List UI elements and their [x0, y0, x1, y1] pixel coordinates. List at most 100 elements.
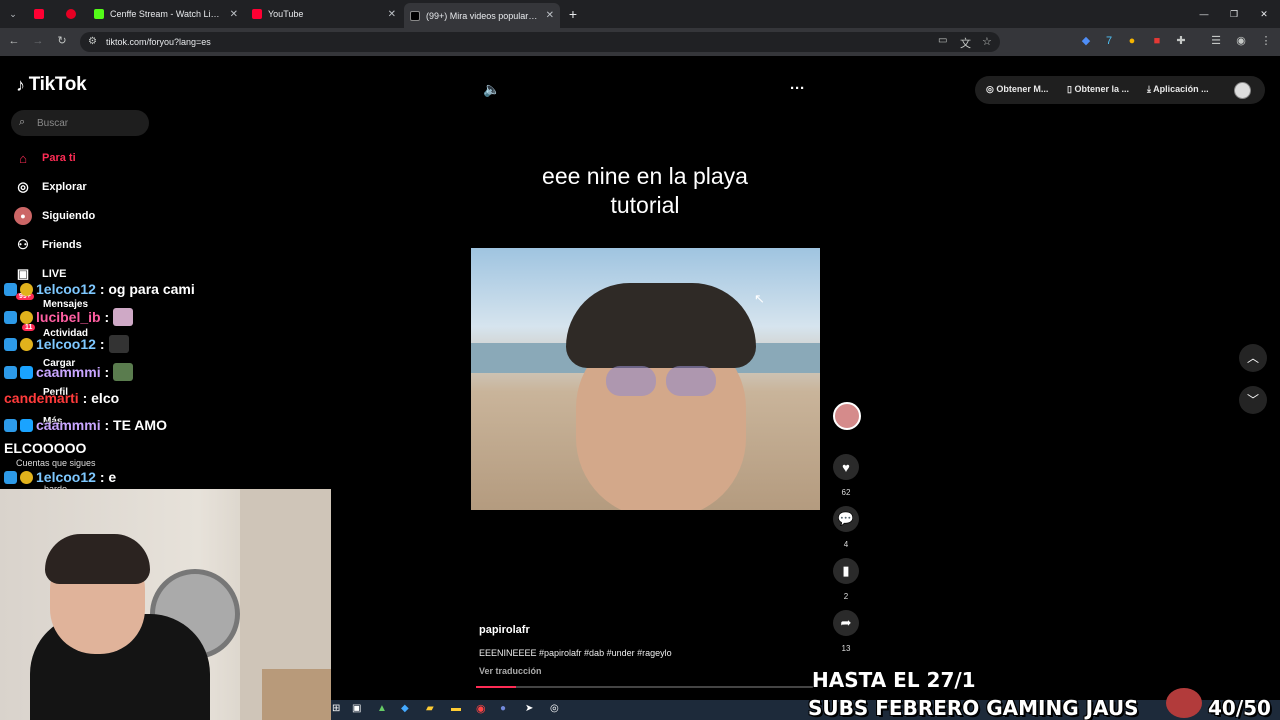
gold-badge-icon [20, 471, 33, 484]
address-bar[interactable]: ⚙ tiktok.com/foryou?lang=es 文 ☆ ▭ [80, 32, 1000, 52]
youtube-icon [252, 9, 262, 19]
desktop-app-button[interactable]: ⤓ Aplicación ... [1147, 84, 1209, 95]
browser-tab-kick[interactable]: Cenffe Stream - Watch Live on ✕ [88, 4, 244, 24]
forward-icon[interactable]: → [30, 33, 46, 49]
heart-icon: ♥ [833, 454, 859, 480]
nav-label: Para ti [42, 152, 76, 164]
taskbar-app-icon[interactable]: ▰ [426, 703, 434, 714]
share-button[interactable]: ➦ 13 [833, 610, 859, 653]
next-video-button[interactable]: ﹀ [1239, 386, 1267, 414]
translate-icon[interactable]: 文 [960, 35, 971, 51]
chevron-up-icon: ︿ [1246, 351, 1259, 365]
avatar[interactable]: ◉ [1233, 33, 1249, 49]
minimize-icon: — [1199, 9, 1209, 19]
chat-username: 1elcoo12 [36, 336, 96, 352]
tiktok-logo[interactable]: ♪ TikTok [16, 74, 87, 96]
progress-track[interactable] [476, 686, 816, 688]
back-icon[interactable]: ← [6, 33, 22, 49]
tab-search-button[interactable]: ⌄ [4, 4, 22, 24]
profile-avatar[interactable] [1234, 82, 1251, 99]
video-description: EEENINEEEE #papirolafr #dab #under #rage… [479, 648, 672, 658]
chat-text: : og para cami [95, 281, 195, 297]
search-icon: ⌕ [19, 116, 26, 128]
obs-icon[interactable]: ◎ [550, 703, 559, 714]
comment-count: 4 [843, 540, 849, 549]
extension-icon[interactable]: ◆ [1078, 33, 1094, 49]
get-coins-button[interactable]: ◎ Obtener M... [986, 84, 1048, 95]
chat-username: 1elcoo12 [36, 469, 96, 485]
reload-icon[interactable]: ↻ [54, 33, 70, 49]
url-text: tiktok.com/foryou?lang=es [106, 37, 211, 47]
search-input[interactable]: ⌕ Buscar [11, 110, 149, 136]
following-section-header: Cuentas que sigues [16, 458, 96, 468]
video-caption: eee nine en la playa tutorial [470, 162, 820, 220]
minimize-button[interactable]: — [1196, 4, 1212, 24]
emote-icon [113, 363, 134, 381]
restore-button[interactable]: ❐ [1226, 4, 1242, 24]
chat-username: candemarti [4, 390, 79, 406]
extension-icon[interactable]: 7 [1101, 33, 1117, 49]
comment-button[interactable]: 💬 4 [833, 506, 859, 549]
compass-icon: ◎ [17, 179, 29, 194]
more-options-icon[interactable]: ··· [790, 80, 805, 97]
nav-item-para-ti[interactable]: ⌂ Para ti [14, 149, 76, 167]
window-close-button[interactable]: ✕ [1256, 4, 1272, 24]
save-count: 2 [843, 592, 849, 601]
get-app-button[interactable]: ▯ Obtener la ... [1067, 84, 1129, 95]
previous-video-button[interactable]: ︿ [1239, 344, 1267, 372]
folder-icon[interactable]: ▬ [451, 703, 461, 714]
browser-tab-youtube-pinned[interactable] [28, 4, 54, 24]
adblock-icon[interactable]: ■ [1149, 33, 1165, 49]
more-vert-icon[interactable]: ⋮ [1258, 33, 1274, 49]
close-icon[interactable]: ✕ [546, 10, 554, 21]
creator-avatar[interactable] [833, 402, 861, 430]
youtube-icon [34, 9, 44, 19]
chat-message: caammmi : TE AMO [4, 417, 167, 433]
site-info-icon[interactable]: ⚙ [88, 36, 97, 47]
nav-item-siguiendo[interactable]: ● Siguiendo [14, 207, 95, 225]
gold-badge-icon [20, 283, 33, 296]
browser-tab-youtube[interactable]: YouTube ✕ [246, 4, 402, 24]
close-icon[interactable]: ✕ [388, 9, 396, 20]
reading-list-icon[interactable]: ☰ [1208, 33, 1224, 49]
nav-label: Explorar [42, 181, 87, 193]
emote-icon [108, 335, 129, 353]
share-count: 13 [841, 644, 851, 653]
video-player[interactable]: ↖ [471, 248, 820, 510]
video-author[interactable]: papirolafr [479, 624, 530, 636]
plus-icon: + [568, 6, 578, 22]
taskbar-app-icon[interactable]: ▣ [352, 703, 361, 714]
nav-label: LIVE [42, 268, 67, 280]
nav-item-explorar[interactable]: ◎ Explorar [14, 178, 87, 196]
volume-icon[interactable]: 🔈 [483, 81, 500, 98]
translate-link[interactable]: Ver traducción [479, 666, 542, 676]
save-button[interactable]: ▮ 2 [833, 558, 859, 601]
chat-message: candemarti : elco [4, 390, 119, 406]
taskbar-app-icon[interactable]: ➤ [525, 703, 533, 714]
sunglasses-left [606, 366, 656, 396]
start-icon[interactable]: ⊞ [332, 703, 340, 714]
nav-item-friends[interactable]: ⚇ Friends [14, 236, 82, 254]
new-tab-button[interactable]: + [563, 4, 583, 24]
browser-tab-pinterest[interactable] [60, 4, 86, 24]
bookmark-star-icon[interactable]: ☆ [982, 35, 992, 48]
puzzle-icon[interactable]: ✚ [1173, 33, 1189, 49]
tiktok-icon [410, 10, 420, 21]
taskbar-app-icon[interactable]: ▲ [377, 703, 387, 714]
chat-message: 1elcoo12 : [4, 335, 129, 353]
close-icon[interactable]: ✕ [230, 9, 238, 20]
tab-title: Cenffe Stream - Watch Live on [110, 9, 224, 19]
cast-icon[interactable]: ▭ [938, 35, 947, 46]
like-count: 62 [841, 488, 851, 497]
discord-icon[interactable]: ● [500, 703, 506, 714]
extension-icon[interactable]: ● [1124, 33, 1140, 49]
browser-tab-tiktok[interactable]: (99+) Mira videos populares sel ✕ [404, 3, 560, 28]
taskbar-app-icon[interactable]: ◆ [401, 703, 409, 714]
chat-text: : [100, 309, 110, 325]
emote-icon [1166, 688, 1202, 718]
like-button[interactable]: ♥ 62 [833, 454, 859, 497]
kick-icon [94, 9, 104, 19]
webcam-overlay [0, 489, 331, 720]
browser-tab-strip: ⌄ Cenffe Stream - Watch Live on ✕ YouTube… [0, 0, 1280, 28]
chrome-icon[interactable]: ◉ [476, 702, 486, 715]
